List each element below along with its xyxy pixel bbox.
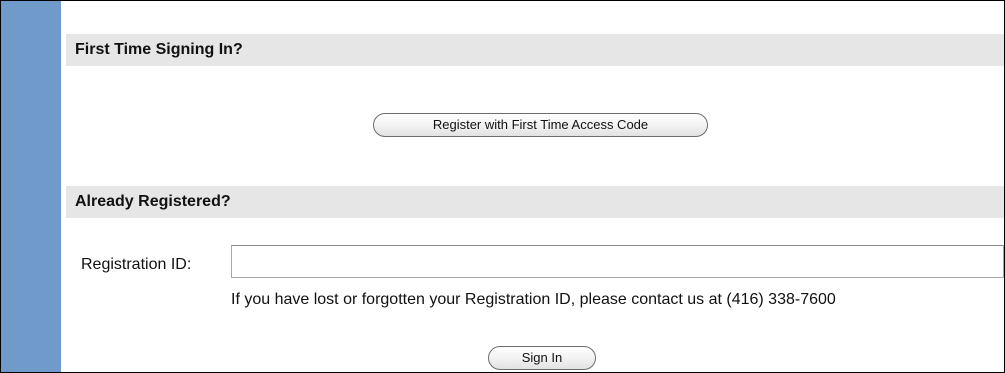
- register-access-code-button[interactable]: Register with First Time Access Code: [373, 113, 708, 137]
- first-time-heading: First Time Signing In?: [66, 34, 1004, 66]
- left-sidebar: [1, 1, 61, 372]
- already-registered-heading: Already Registered?: [66, 186, 1004, 218]
- registration-id-input[interactable]: [231, 245, 1004, 278]
- forgotten-id-help-text: If you have lost or forgotten your Regis…: [231, 291, 836, 308]
- sign-in-button[interactable]: Sign In: [488, 346, 596, 370]
- login-panel: First Time Signing In? Register with Fir…: [0, 0, 1005, 373]
- registration-id-label: Registration ID:: [81, 256, 192, 273]
